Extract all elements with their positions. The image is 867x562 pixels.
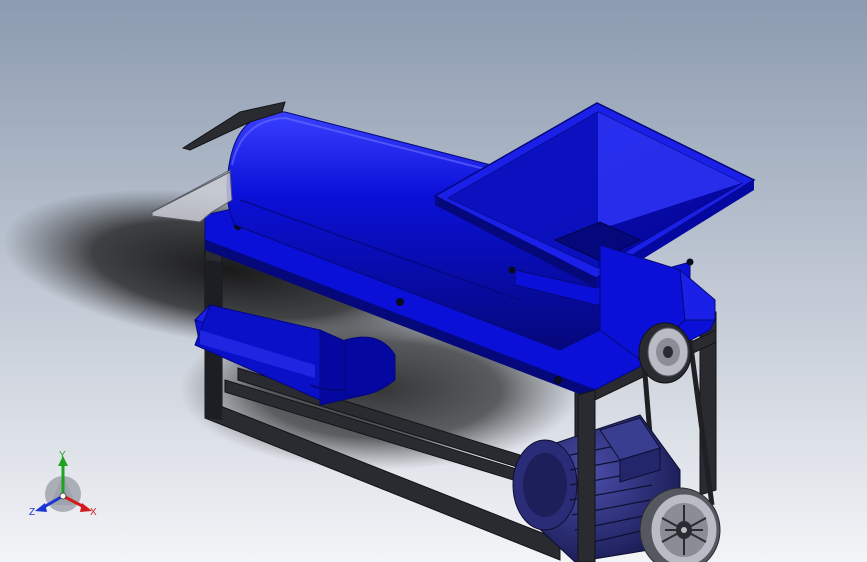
machine-model-view[interactable]: Y X Z bbox=[0, 0, 867, 562]
front-leg bbox=[577, 389, 596, 562]
y-axis-label: Y bbox=[59, 450, 66, 461]
bolt bbox=[686, 258, 694, 266]
bolt bbox=[396, 298, 404, 306]
drum-pulley[interactable] bbox=[638, 322, 692, 384]
x-axis-label: X bbox=[90, 507, 97, 518]
bolt bbox=[508, 266, 516, 274]
bolt bbox=[554, 376, 562, 384]
cad-viewport[interactable]: Y X Z bbox=[0, 0, 867, 562]
z-axis-label: Z bbox=[29, 507, 35, 518]
